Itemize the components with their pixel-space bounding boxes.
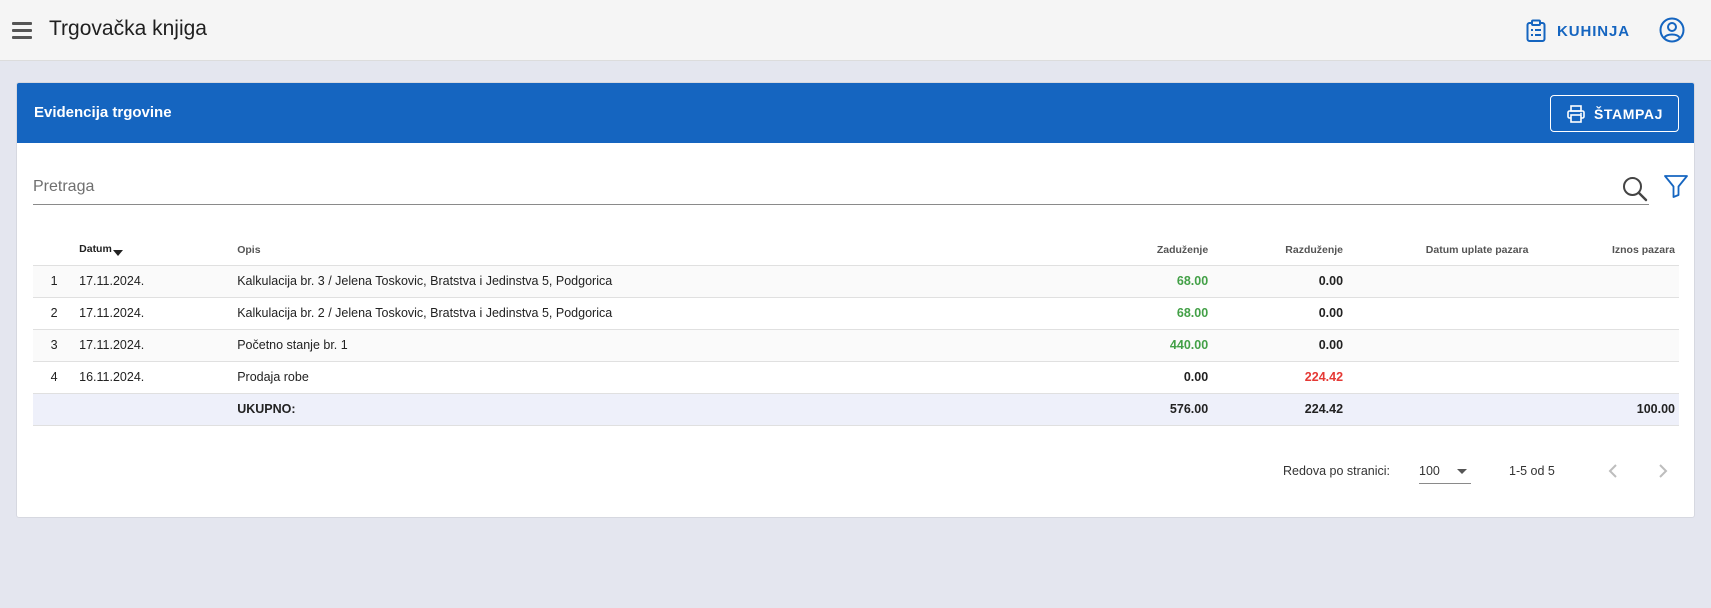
col-header-datum-label: Datum [79,243,112,256]
row-iznos-pazara [1532,297,1679,330]
account-circle-icon[interactable] [1659,17,1685,43]
row-index: 1 [33,265,76,298]
table-row[interactable]: 2 17.11.2024. Kalkulacija br. 2 / Jelena… [33,297,1679,330]
total-datum-uplate [1347,393,1533,426]
row-iznos-pazara [1532,329,1679,362]
col-header-opis[interactable]: Opis [233,235,1055,266]
row-opis: Kalkulacija br. 2 / Jelena Toskovic, Bra… [233,297,1055,330]
row-razduzenje: 0.00 [1212,265,1348,298]
row-datum-uplate [1347,329,1533,362]
total-label: UKUPNO: [233,393,1055,426]
row-zaduzenje: 68.00 [1054,297,1213,330]
col-header-iznos-pazara[interactable]: Iznos pazara [1532,235,1679,266]
search-field [33,171,1649,205]
trade-records-card: Evidencija trgovine ŠTAMPAJ Datum [16,82,1695,518]
row-zaduzenje: 68.00 [1054,265,1213,298]
row-index: 2 [33,297,76,330]
chevron-left-icon[interactable] [1601,459,1625,483]
table-row[interactable]: 3 17.11.2024. Početno stanje br. 1 440.0… [33,329,1679,362]
row-index: 3 [33,329,76,362]
row-zaduzenje: 0.00 [1054,361,1213,394]
table-row[interactable]: 1 17.11.2024. Kalkulacija br. 3 / Jelena… [33,265,1679,298]
row-razduzenje: 0.00 [1212,329,1348,362]
row-iznos-pazara [1532,265,1679,298]
row-datum: 16.11.2024. [75,361,234,394]
total-iznos-pazara: 100.00 [1532,393,1679,426]
app-bar: Trgovačka knjiga KUHINJA [0,0,1711,61]
printer-icon [1567,104,1585,123]
total-zaduzenje: 576.00 [1054,393,1213,426]
search-input[interactable] [33,171,1573,203]
total-row: UKUPNO: 576.00 224.42 100.00 [33,393,1679,426]
col-header-datum[interactable]: Datum [75,235,234,266]
table-row[interactable]: 4 16.11.2024. Prodaja robe 0.00 224.42 [33,361,1679,394]
print-button-label: ŠTAMPAJ [1593,105,1664,122]
filter-icon[interactable] [1662,172,1690,200]
rows-per-page-select[interactable]: 100 [1419,458,1471,484]
page-title: Trgovačka knjiga [49,17,207,40]
row-razduzenje: 224.42 [1212,361,1348,394]
col-header-datum-uplate[interactable]: Datum uplate pazara [1347,235,1533,266]
row-datum-uplate [1347,297,1533,330]
table-header-row: Datum Opis Zaduženje Razduženje Datum up… [33,235,1679,266]
row-iznos-pazara [1532,361,1679,394]
total-razduzenje: 224.42 [1212,393,1348,426]
row-datum: 17.11.2024. [75,265,234,298]
row-opis: Prodaja robe [233,361,1055,394]
row-opis: Početno stanje br. 1 [233,329,1055,362]
total-datum [75,393,234,426]
total-index [33,393,76,426]
chevron-right-icon[interactable] [1651,459,1675,483]
clipboard-list-icon [1526,19,1546,42]
row-datum-uplate [1347,265,1533,298]
row-datum: 17.11.2024. [75,297,234,330]
hamburger-menu-icon[interactable] [10,18,34,42]
rows-per-page-label: Redova po stranici: [1283,464,1391,478]
col-header-index [33,235,76,266]
row-index: 4 [33,361,76,394]
row-razduzenje: 0.00 [1212,297,1348,330]
caret-down-icon [1457,469,1467,474]
search-icon[interactable] [1621,175,1649,203]
row-opis: Kalkulacija br. 3 / Jelena Toskovic, Bra… [233,265,1055,298]
col-header-zaduzenje[interactable]: Zaduženje [1054,235,1213,266]
kitchen-button[interactable]: KUHINJA [1525,14,1630,48]
kitchen-button-label: KUHINJA [1557,22,1630,40]
print-button[interactable]: ŠTAMPAJ [1550,95,1679,132]
sort-desc-icon [112,250,123,257]
pagination: Redova po stranici: 100 1-5 od 5 [17,453,1694,489]
page-range: 1-5 od 5 [1509,464,1555,478]
row-datum-uplate [1347,361,1533,394]
row-datum: 17.11.2024. [75,329,234,362]
card-title: Evidencija trgovine [34,104,172,121]
row-zaduzenje: 440.00 [1054,329,1213,362]
col-header-razduzenje[interactable]: Razduženje [1212,235,1348,266]
rows-per-page-value: 100 [1419,464,1440,478]
card-header: Evidencija trgovine ŠTAMPAJ [17,83,1694,143]
records-table: Datum Opis Zaduženje Razduženje Datum up… [33,235,1679,426]
